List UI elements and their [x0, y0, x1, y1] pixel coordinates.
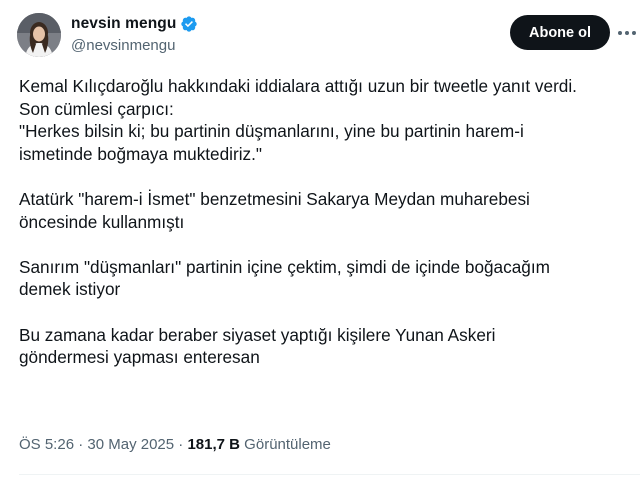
tweet-line: "Herkes bilsin ki; bu partinin düşmanlar…: [19, 121, 524, 142]
tweet-line: demek istiyor: [19, 279, 121, 300]
tweet-line: ismetinde boğmaya muktediriz.": [19, 143, 263, 164]
handle[interactable]: @nevsinmengu: [71, 37, 198, 54]
views-count: 181,7 B: [187, 436, 241, 453]
tweet-line: göndermesi yapması enteresan: [19, 347, 260, 368]
views-label: Görüntüleme: [240, 436, 331, 453]
more-options-icon[interactable]: [618, 24, 640, 42]
follow-button[interactable]: Abone ol: [510, 15, 610, 50]
profile-photo: [17, 13, 61, 57]
tweet: nevsin mengu @nevsinmengu Abone ol Kemal…: [0, 0, 640, 478]
tweet-line: Bu zamana kadar beraber siyaset yaptığı …: [19, 324, 496, 345]
avatar[interactable]: [17, 13, 61, 57]
meta-separator: ·: [174, 436, 188, 453]
tweet-line: öncesinde kullanmıştı: [19, 211, 185, 232]
tweet-time[interactable]: ÖS 5:26: [19, 436, 74, 453]
tweet-line: Son cümlesi çarpıcı:: [19, 98, 174, 119]
tweet-line: Sanırım "düşmanları" partinin içine çekt…: [19, 256, 550, 277]
tweet-meta: ÖS 5:26 · 30 May 2025 · 181,7 B Görüntül…: [19, 436, 331, 453]
tweet-date[interactable]: 30 May 2025: [87, 436, 174, 453]
author-block: nevsin mengu @nevsinmengu: [71, 14, 198, 54]
tweet-line: Atatürk "harem-i İsmet" benzetmesini Sak…: [19, 188, 530, 209]
tweet-line: Kemal Kılıçdaroğlu hakkındaki iddialara …: [19, 76, 577, 96]
name-row: nevsin mengu: [71, 14, 198, 34]
display-name[interactable]: nevsin mengu: [71, 15, 176, 33]
meta-separator: ·: [74, 436, 88, 453]
tweet-text: Kemal Kılıçdaroğlu hakkındaki iddialara …: [19, 75, 640, 369]
verified-badge-icon: [180, 15, 198, 33]
divider: [19, 474, 640, 475]
